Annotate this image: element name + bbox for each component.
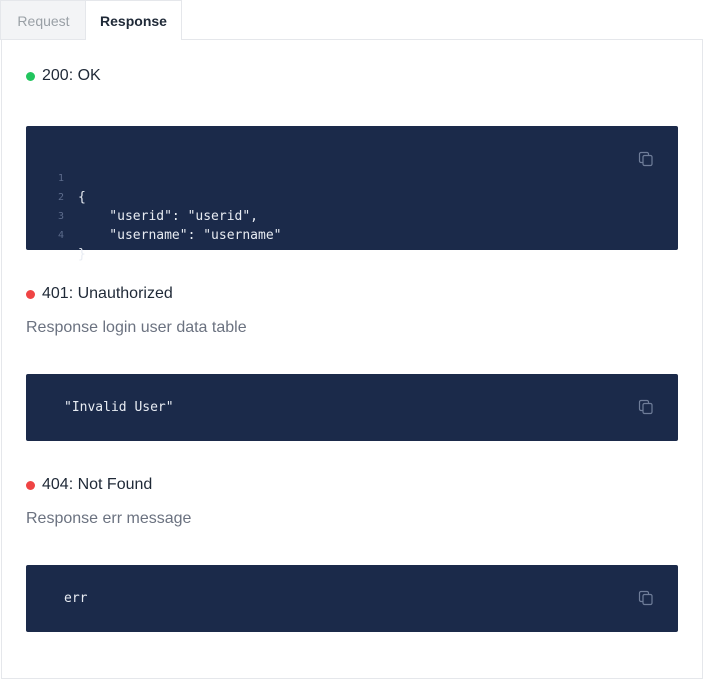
line-text: { [78, 190, 86, 205]
line-number: 4 [57, 230, 64, 241]
response-description: Response login user data table [26, 319, 247, 336]
code-text: err [64, 591, 88, 606]
status-label: 200: OK [42, 67, 101, 84]
copy-icon[interactable] [638, 399, 654, 415]
status-dot-error [26, 481, 35, 490]
code-line: 1 { [26, 150, 86, 205]
status-dot-error [26, 290, 35, 299]
code-block-200: 1 { 2 "userid": "userid", 3 "username": … [26, 126, 678, 262]
code-text: "Invalid User" [64, 400, 174, 415]
status-dot-success [26, 72, 35, 81]
code-block-404: err [26, 565, 678, 632]
tab-bar: Request Response [0, 0, 705, 40]
status-label: 404: Not Found [42, 476, 153, 493]
code-line: 3 "username": "username" [26, 188, 282, 243]
status-label: 401: Unauthorized [42, 285, 173, 302]
line-text: "username": "username" [78, 228, 282, 243]
response-description: Response err message [26, 510, 192, 527]
code-line: 2 "userid": "userid", [26, 169, 258, 224]
copy-icon[interactable] [638, 590, 654, 606]
line-text: } [78, 247, 86, 262]
tab-request[interactable]: Request [0, 0, 86, 40]
code-block-401: "Invalid User" [26, 374, 678, 441]
tab-response[interactable]: Response [85, 0, 182, 40]
code-line: 4 } [26, 207, 86, 262]
code-content: 1 { 2 "userid": "userid", 3 "username": … [26, 126, 678, 262]
line-text: "userid": "userid", [78, 209, 259, 224]
copy-icon[interactable] [638, 151, 654, 167]
